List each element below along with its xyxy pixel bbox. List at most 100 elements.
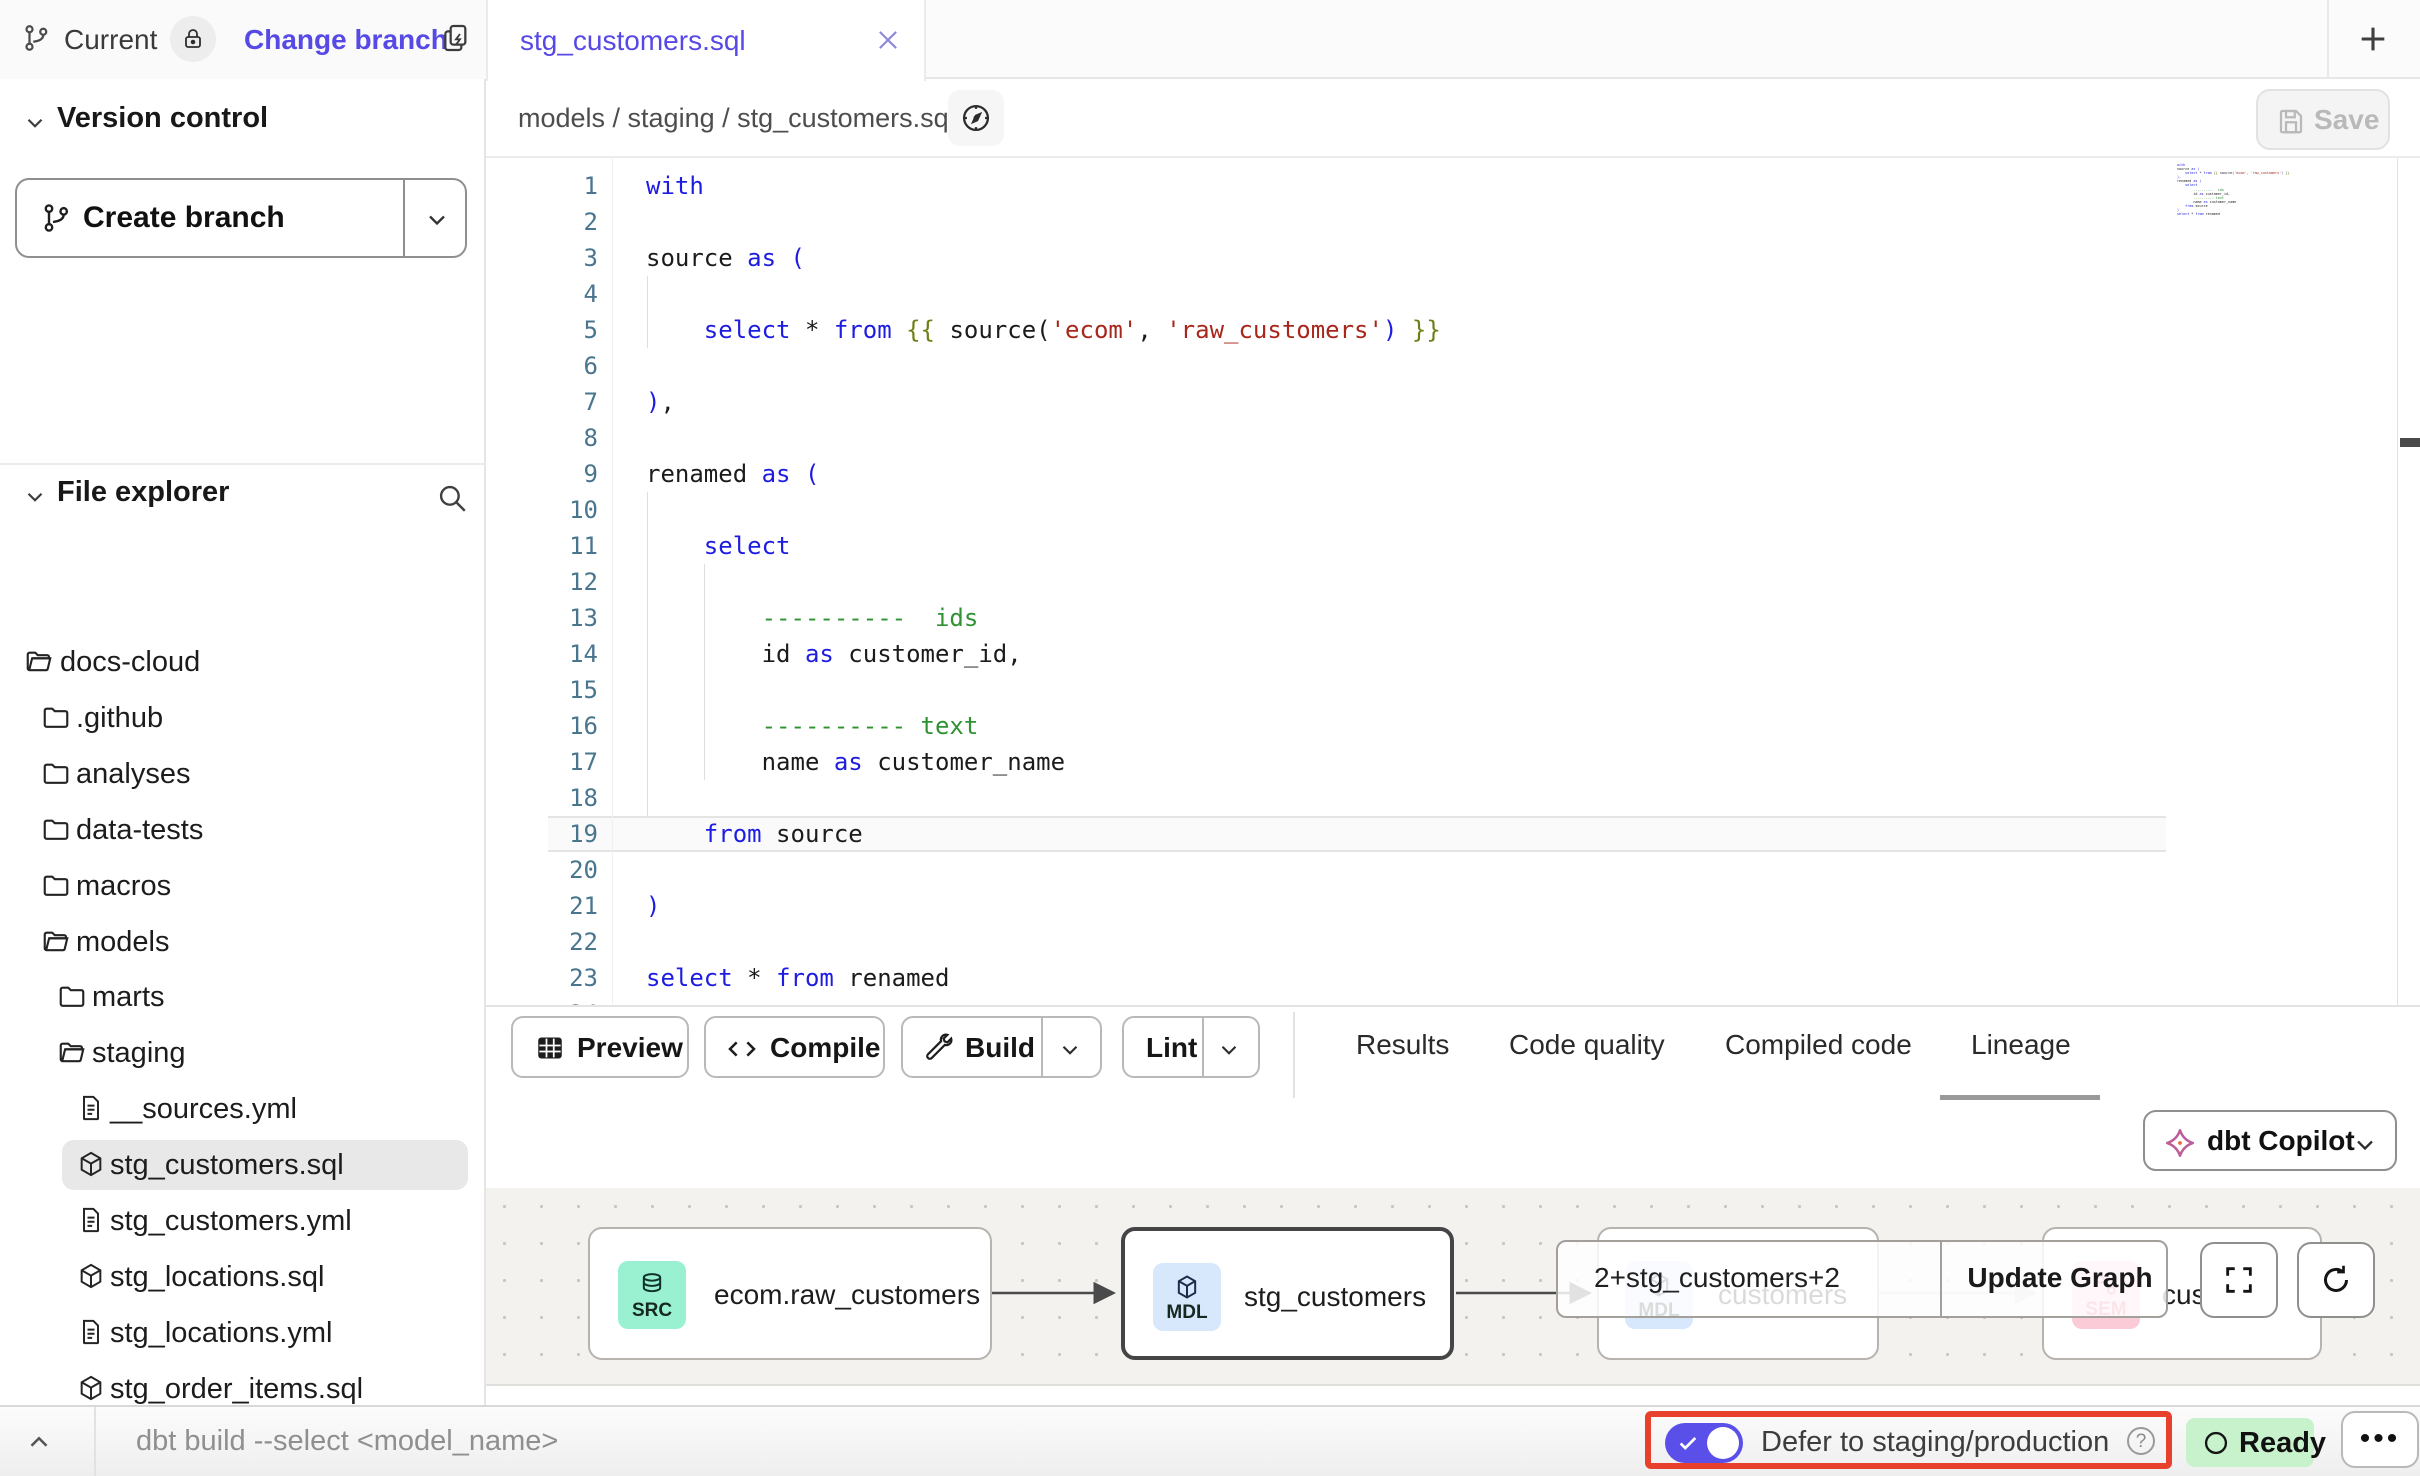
editor-minimap[interactable]: withsource as ( select * from {{ source(…: [2177, 163, 2293, 273]
line-number: 3: [486, 240, 598, 276]
lint-button[interactable]: Lint: [1122, 1016, 1260, 1078]
line-number: 24: [486, 996, 598, 1005]
mdl-badge: MDL: [1153, 1263, 1221, 1331]
search-icon[interactable]: [435, 481, 469, 515]
toggle-knob: [1707, 1427, 1739, 1459]
save-label: Save: [2314, 104, 2379, 136]
fullscreen-button[interactable]: [2200, 1242, 2278, 1318]
lineage-selector-overlay: 2+stg_customers+2 Update Graph: [1556, 1240, 2168, 1318]
tree-item-stg-locations-sql[interactable]: stg_locations.sql: [0, 1252, 486, 1302]
node-label: ecom.raw_customers: [714, 1279, 980, 1311]
file-icon: [77, 1094, 105, 1122]
line-number: 7: [486, 384, 598, 420]
tree-item-docs-cloud[interactable]: docs-cloud: [0, 637, 486, 687]
tabstrip-divider: [2327, 0, 2329, 78]
lineage-canvas[interactable]: SRC ecom.raw_customers MDL stg_customers…: [486, 1188, 2420, 1386]
code-line: ): [646, 888, 660, 924]
file-icon: [77, 1318, 105, 1346]
git-branch-icon: [22, 23, 52, 53]
preview-button[interactable]: Preview: [511, 1016, 689, 1078]
tree-item-marts[interactable]: marts: [0, 972, 486, 1022]
tree-item-label: stg_customers.yml: [110, 1205, 352, 1238]
lineage-node-source[interactable]: SRC ecom.raw_customers: [588, 1227, 992, 1360]
code-line: ),: [646, 384, 675, 420]
close-tab-icon[interactable]: [874, 26, 902, 54]
folder-icon: [41, 871, 71, 901]
tab-code-quality[interactable]: Code quality: [1509, 1029, 1665, 1061]
lineage-node-stg-customers[interactable]: MDL stg_customers: [1121, 1227, 1454, 1360]
refresh-button[interactable]: [2297, 1242, 2375, 1318]
scrollbar-thumb[interactable]: [2400, 438, 2420, 447]
tree-item-stg-locations-yml[interactable]: stg_locations.yml: [0, 1308, 486, 1358]
file-icon: [77, 1206, 105, 1234]
tree-item--sources-yml[interactable]: __sources.yml: [0, 1084, 486, 1134]
code-editor[interactable]: 1with23source as (45 select * from {{ so…: [486, 158, 2420, 1005]
table-icon: [535, 1033, 565, 1063]
model-icon: [77, 1374, 105, 1402]
folder-icon: [57, 982, 87, 1012]
tree-item-label: stg_order_items.sql: [110, 1373, 363, 1406]
help-icon[interactable]: ?: [2127, 1427, 2155, 1455]
build-button[interactable]: Build: [901, 1016, 1102, 1078]
line-number: 18: [486, 780, 598, 816]
tree-item-label: marts: [92, 981, 165, 1014]
tree-item-label: docs-cloud: [60, 646, 200, 679]
top-bar: Current Change branch stg_customers.sql: [0, 0, 2420, 79]
sidebar-divider: [0, 463, 486, 465]
git-branch-icon: [41, 202, 73, 234]
copilot-compass-icon[interactable]: [948, 90, 1004, 146]
lint-dropdown-chevron[interactable]: [1216, 1037, 1242, 1063]
compile-button[interactable]: Compile: [704, 1016, 885, 1078]
lineage-selector-input[interactable]: 2+stg_customers+2: [1558, 1242, 1942, 1316]
tab-lineage[interactable]: Lineage: [1971, 1029, 2071, 1061]
editor-scrollbar[interactable]: [2397, 158, 2420, 1005]
editor-tab[interactable]: stg_customers.sql: [486, 0, 926, 81]
copy-branch-icon[interactable]: [440, 22, 472, 54]
code-line: select * from {{ source('ecom', 'raw_cus…: [646, 312, 1441, 348]
model-icon: [77, 1262, 105, 1290]
tree-item-data-tests[interactable]: data-tests: [0, 805, 486, 855]
tree-item-stg-customers-yml[interactable]: stg_customers.yml: [0, 1196, 486, 1246]
line-number: 1: [486, 168, 598, 204]
dbt-copilot-button[interactable]: dbt Copilot: [2143, 1110, 2397, 1171]
tree-item--github[interactable]: .github: [0, 693, 486, 743]
refresh-icon: [2318, 1262, 2354, 1298]
line-number: 9: [486, 456, 598, 492]
version-control-header[interactable]: Version control: [0, 102, 486, 162]
create-branch-dropdown[interactable]: [423, 206, 451, 234]
file-explorer-header[interactable]: File explorer: [0, 476, 486, 536]
save-button[interactable]: Save: [2256, 89, 2390, 150]
breadcrumb: models / staging / stg_customers.sql: [518, 103, 955, 134]
line-number: 10: [486, 492, 598, 528]
tree-item-analyses[interactable]: analyses: [0, 749, 486, 799]
tab-compiled-code[interactable]: Compiled code: [1725, 1029, 1912, 1061]
defer-toggle[interactable]: [1665, 1423, 1743, 1463]
compile-label: Compile: [770, 1032, 880, 1064]
folder-icon: [41, 815, 71, 845]
create-branch-button[interactable]: Create branch: [15, 178, 467, 258]
tree-item-stg-customers-sql[interactable]: stg_customers.sql: [0, 1140, 486, 1190]
line-number: 13: [486, 600, 598, 636]
new-tab-button[interactable]: [2356, 22, 2390, 56]
tree-item-label: analyses: [76, 758, 190, 791]
code-line: ---------- ids: [646, 600, 978, 636]
lint-label: Lint: [1146, 1032, 1197, 1064]
create-branch-label: Create branch: [83, 201, 285, 235]
folder-icon: [41, 759, 71, 789]
line-number: 19: [486, 816, 598, 852]
tab-results[interactable]: Results: [1356, 1029, 1449, 1061]
chevron-up-icon[interactable]: [24, 1427, 54, 1457]
change-branch-link[interactable]: Change branch: [244, 24, 448, 56]
more-options-button[interactable]: •••: [2341, 1411, 2419, 1468]
line-number: 4: [486, 276, 598, 312]
build-dropdown-chevron[interactable]: [1057, 1037, 1083, 1063]
current-branch-label: Current: [64, 24, 157, 56]
update-graph-button[interactable]: Update Graph: [1962, 1262, 2158, 1294]
tree-item-staging[interactable]: staging: [0, 1028, 486, 1078]
tree-item-models[interactable]: models: [0, 917, 486, 967]
tree-item-macros[interactable]: macros: [0, 861, 486, 911]
command-input[interactable]: dbt build --select <model_name>: [136, 1425, 558, 1458]
status-bar: dbt build --select <model_name> Defer to…: [0, 1405, 2420, 1476]
line-number: 16: [486, 708, 598, 744]
code-line: renamed as (: [646, 456, 819, 492]
